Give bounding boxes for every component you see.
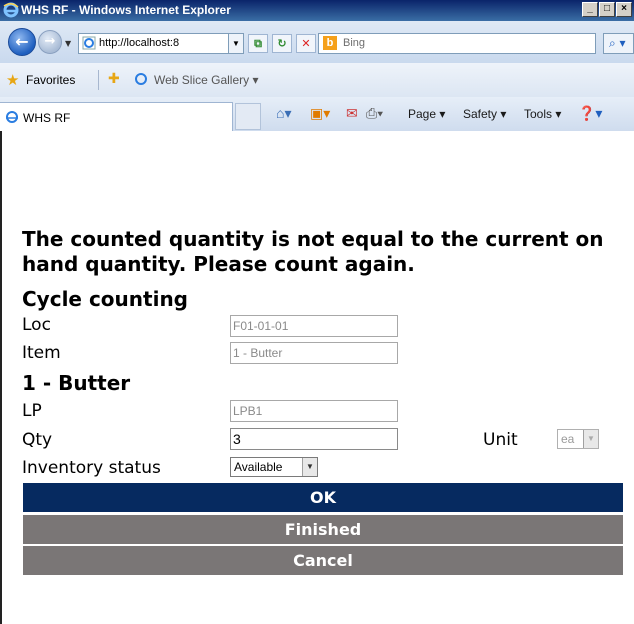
tools-menu[interactable]: Tools ▾ [524, 107, 561, 121]
home-icon[interactable]: ⌂▾ [276, 105, 291, 122]
browser-tab[interactable]: WHS RF [0, 102, 233, 131]
inventory-status-label: Inventory status [22, 458, 161, 478]
back-button[interactable]: ← [8, 28, 36, 56]
web-slice-gallery-link[interactable]: Web Slice Gallery ▾ [154, 73, 259, 87]
favorites-star-icon[interactable]: ★ [6, 71, 19, 89]
item-field: 1 - Butter [230, 342, 398, 364]
refresh-button[interactable]: ↻ [272, 34, 292, 53]
tab-title: WHS RF [23, 111, 71, 125]
safety-menu[interactable]: Safety ▾ [463, 107, 506, 121]
lp-label: LP [22, 401, 42, 421]
ie-page-icon [6, 111, 18, 123]
magnifier-icon: ⌕ [609, 36, 616, 50]
read-mail-icon[interactable]: ✉ [346, 105, 358, 122]
chevron-down-icon[interactable]: ▼ [302, 458, 317, 476]
url-dropdown-icon[interactable]: ▼ [228, 34, 243, 53]
page-content: The counted quantity is not equal to the… [0, 131, 634, 624]
ie-logo-icon [3, 2, 19, 18]
print-icon[interactable]: ⎙▾ [366, 105, 383, 122]
item-label: Item [22, 343, 61, 363]
add-to-favorites-icon[interactable]: ✚ [108, 70, 120, 87]
minimize-button[interactable]: _ [582, 2, 598, 17]
close-button[interactable]: × [616, 2, 632, 17]
forward-button[interactable]: → [38, 30, 62, 54]
search-button[interactable]: ⌕ ▾ [603, 33, 634, 54]
address-bar: ← → ▼ http://localhost:8 ▼ ⧉ ↻ ✕ b Bing … [0, 21, 634, 63]
item-heading: 1 - Butter [22, 371, 131, 395]
page-menu[interactable]: Page ▾ [408, 107, 445, 121]
unit-select: ea ▼ [557, 429, 599, 449]
stop-button[interactable]: ✕ [296, 34, 316, 53]
cancel-button[interactable]: Cancel [23, 546, 623, 575]
maximize-button[interactable]: □ [599, 2, 615, 17]
feeds-icon[interactable]: ▣▾ [310, 105, 330, 122]
search-placeholder: Bing [343, 37, 366, 49]
finished-button[interactable]: Finished [23, 515, 623, 544]
tab-bar: WHS RF ⌂▾ ▣▾ ✉ ⎙▾ Page ▾ Safety ▾ Tools … [0, 97, 634, 131]
inventory-status-select[interactable]: Available ▼ [230, 457, 318, 477]
help-icon[interactable]: ❓▾ [578, 105, 602, 122]
unit-label: Unit [483, 430, 518, 450]
ok-button[interactable]: OK [23, 483, 623, 512]
unit-value: ea [561, 432, 575, 446]
qty-label: Qty [22, 430, 53, 450]
compatibility-view-button[interactable]: ⧉ [248, 34, 268, 53]
chevron-down-icon: ▼ [583, 430, 598, 448]
favorites-bar: ★ Favorites ✚ Web Slice Gallery ▾ [0, 63, 634, 97]
qty-input[interactable]: 3 [230, 428, 398, 450]
recent-pages-dropdown-icon[interactable]: ▼ [65, 39, 71, 48]
error-message: The counted quantity is not equal to the… [22, 227, 604, 276]
url-field[interactable]: http://localhost:8 ▼ [78, 33, 244, 54]
section-title: Cycle counting [22, 287, 188, 311]
ie-page-icon [135, 73, 147, 85]
lp-field: LPB1 [230, 400, 398, 422]
bing-icon: b [323, 36, 337, 50]
window-title-bar: WHS RF - Windows Internet Explorer _ □ × [0, 0, 634, 21]
favorites-divider [98, 70, 99, 90]
window-title: WHS RF - Windows Internet Explorer [21, 3, 231, 17]
favorites-button[interactable]: Favorites [26, 73, 75, 87]
new-tab-button[interactable] [235, 103, 261, 130]
inventory-status-value: Available [234, 460, 283, 474]
search-field[interactable]: b Bing [318, 33, 596, 54]
ie-page-icon [82, 36, 96, 50]
loc-label: Loc [22, 315, 51, 335]
loc-field: F01-01-01 [230, 315, 398, 337]
url-text: http://localhost:8 [99, 37, 180, 49]
